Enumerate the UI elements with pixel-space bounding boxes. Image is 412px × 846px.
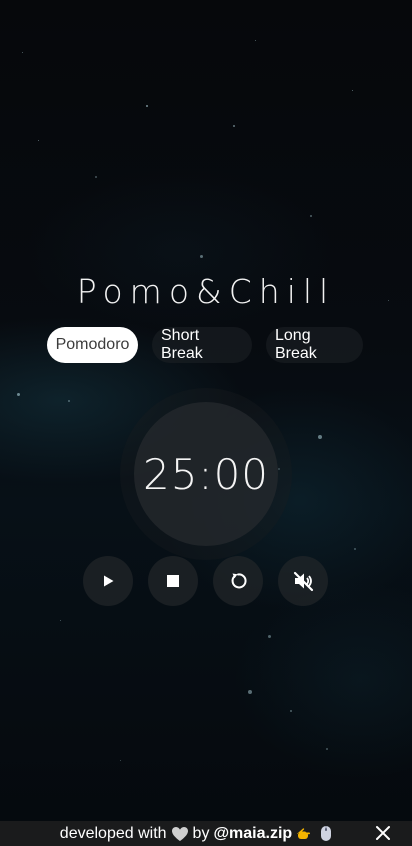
tab-short-break[interactable]: Short Break bbox=[152, 327, 252, 363]
play-button[interactable] bbox=[83, 556, 133, 606]
reset-icon bbox=[231, 573, 247, 589]
stop-icon bbox=[167, 575, 179, 587]
pointing-hand-icon bbox=[297, 827, 311, 839]
author-link[interactable]: @maia.zip bbox=[213, 825, 292, 843]
stop-button[interactable] bbox=[148, 556, 198, 606]
timer-controls bbox=[83, 556, 328, 606]
play-icon bbox=[104, 575, 114, 587]
footer-by: by bbox=[192, 824, 210, 842]
footer-bar: developed with by @maia.zip bbox=[0, 821, 412, 846]
mouse-icon bbox=[321, 826, 332, 841]
reset-button[interactable] bbox=[213, 556, 263, 606]
heart-icon bbox=[171, 826, 188, 841]
app-background: Pomo&Chill Pomodoro Short Break Long Bre… bbox=[0, 0, 412, 846]
tab-pomodoro[interactable]: Pomodoro bbox=[47, 327, 138, 363]
timer-display: 25:00 bbox=[142, 449, 270, 499]
mute-icon bbox=[293, 571, 314, 592]
app-title: Pomo&Chill bbox=[76, 272, 336, 311]
timer-ring: 25:00 bbox=[120, 388, 292, 560]
mode-tabs: Pomodoro Short Break Long Break bbox=[47, 327, 363, 363]
footer-prefix: developed with bbox=[59, 824, 167, 842]
tab-long-break[interactable]: Long Break bbox=[266, 327, 363, 363]
mute-button[interactable] bbox=[278, 556, 328, 606]
footer-credit: developed with by @maia.zip bbox=[60, 825, 332, 843]
close-icon[interactable] bbox=[374, 824, 392, 842]
timer-face: 25:00 bbox=[134, 402, 278, 546]
